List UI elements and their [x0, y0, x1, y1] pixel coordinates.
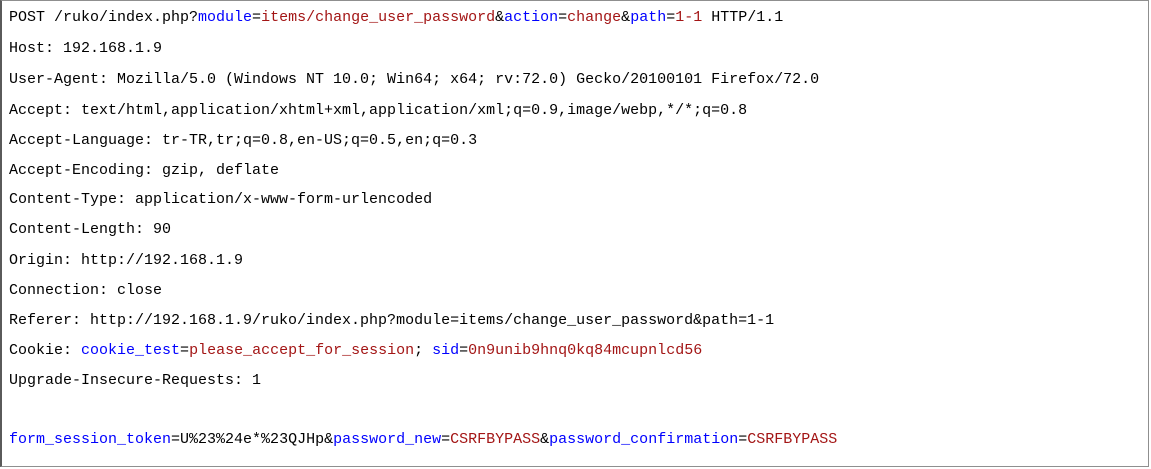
cookie-label: Cookie:	[9, 342, 82, 359]
header-cookie: Cookie: cookie_test=please_accept_for_se…	[9, 342, 703, 359]
request-protocol: HTTP/1.1	[702, 9, 784, 26]
header-upgrade-insecure-requests: Upgrade-Insecure-Requests: 1	[9, 372, 262, 389]
query-param-name-module: module	[198, 9, 253, 26]
header-connection: Connection: close	[9, 282, 163, 299]
header-content-type: Content-Type: application/x-www-form-url…	[9, 191, 433, 208]
query-param-value-path: 1-1	[675, 9, 703, 26]
query-param-name-path: path	[630, 9, 667, 26]
body-param-name-password-new: password_new	[333, 431, 442, 448]
cookie-value-cookie-test: please_accept_for_session	[189, 342, 415, 359]
header-referer: Referer: http://192.168.1.9/ruko/index.p…	[9, 312, 775, 329]
body-param-value-form-session-token: U%23%24e*%23QJHp	[180, 431, 325, 448]
query-param-value-action: change	[567, 9, 622, 26]
body-param-value-password-new: CSRFBYPASS	[450, 431, 541, 448]
body-param-value-password-confirmation: CSRFBYPASS	[747, 431, 838, 448]
cookie-name-sid: sid	[432, 342, 460, 359]
header-accept-encoding: Accept-Encoding: gzip, deflate	[9, 162, 280, 179]
body-param-name-password-confirmation: password_confirmation	[549, 431, 739, 448]
cookie-name-cookie-test: cookie_test	[81, 342, 181, 359]
header-content-length: Content-Length: 90	[9, 221, 172, 238]
query-param-name-action: action	[504, 9, 559, 26]
request-body: form_session_token=U%23%24e*%23QJHp&pass…	[9, 431, 838, 448]
header-user-agent: User-Agent: Mozilla/5.0 (Windows NT 10.0…	[9, 71, 820, 88]
header-accept-language: Accept-Language: tr-TR,tr;q=0.8,en-US;q=…	[9, 132, 478, 149]
header-accept: Accept: text/html,application/xhtml+xml,…	[9, 102, 748, 119]
http-request-editor[interactable]: POST /ruko/index.php?module=items/change…	[0, 0, 1149, 467]
body-param-name-form-session-token: form_session_token	[9, 431, 172, 448]
cookie-value-sid: 0n9unib9hnq0kq84mcupnlcd56	[468, 342, 703, 359]
request-method-path: POST /ruko/index.php?	[9, 9, 199, 26]
query-param-value-module: items/change_user_password	[261, 9, 496, 26]
header-origin: Origin: http://192.168.1.9	[9, 252, 244, 269]
request-line: POST /ruko/index.php?module=items/change…	[9, 9, 784, 26]
header-host: Host: 192.168.1.9	[9, 40, 163, 57]
